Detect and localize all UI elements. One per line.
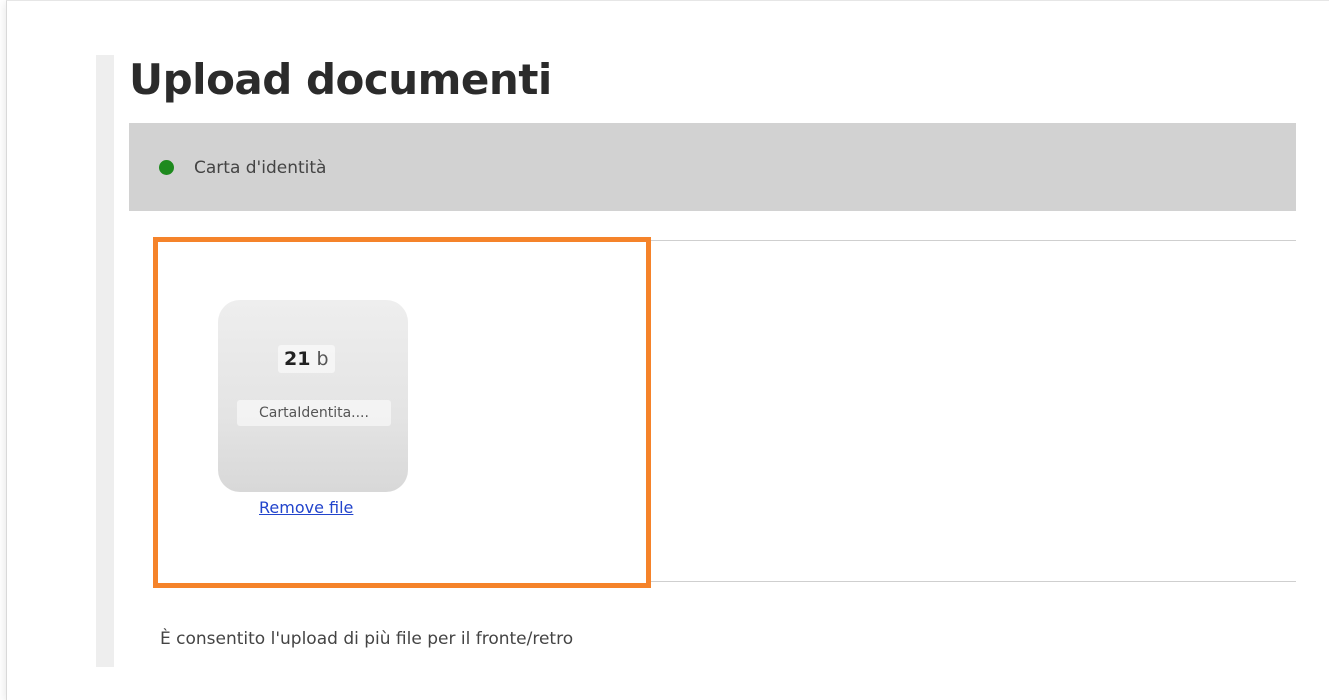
upload-hint: È consentito l'upload di più file per il… <box>160 629 574 649</box>
file-preview-card[interactable]: 21 b CartaIdentita.... <box>218 300 408 492</box>
page-title: Upload documenti <box>129 55 552 104</box>
remove-file-link[interactable]: Remove file <box>259 497 353 519</box>
file-size: 21 b <box>278 345 335 373</box>
file-size-value: 21 <box>284 348 311 370</box>
document-header: Carta d'identità <box>129 123 1296 211</box>
file-size-unit: b <box>316 348 329 370</box>
status-dot-icon <box>159 160 174 175</box>
dropzone-bottom-divider <box>650 581 1296 582</box>
dropzone-top-divider <box>650 240 1296 241</box>
left-rule <box>96 55 114 667</box>
file-name: CartaIdentita.... <box>237 400 391 426</box>
document-label: Carta d'identità <box>194 158 327 178</box>
